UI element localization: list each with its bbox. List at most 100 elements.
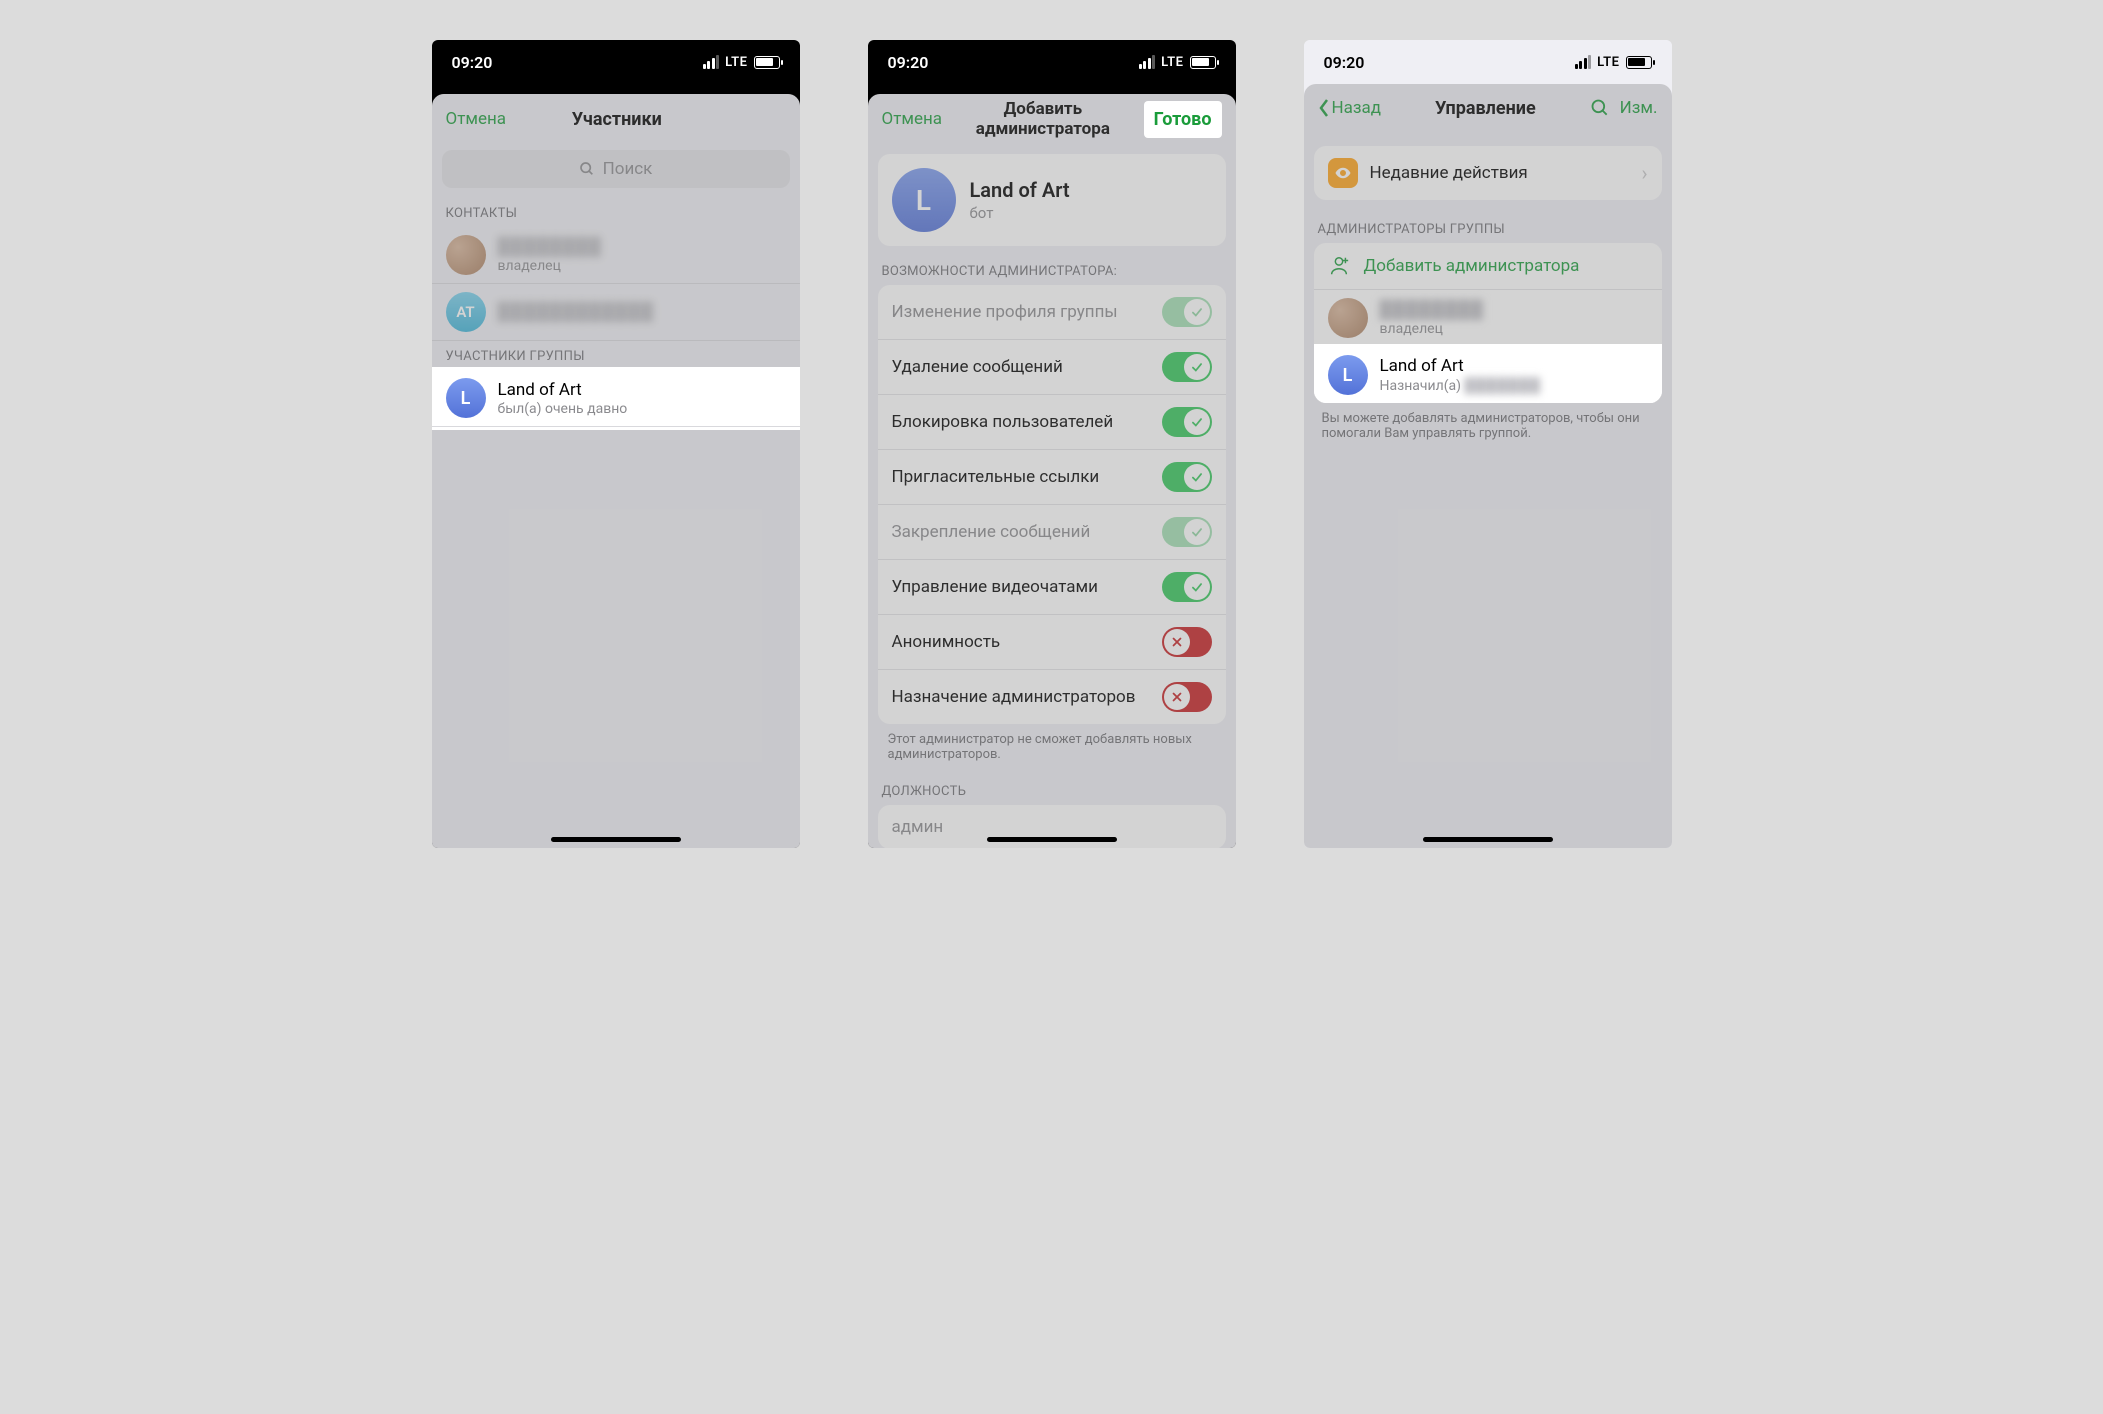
admin-sub: Назначил(а) ███████ — [1380, 377, 1541, 394]
recent-actions-label: Недавние действия — [1370, 163, 1630, 183]
contact-sub-owner: владелец — [498, 258, 602, 274]
edit-button[interactable]: Изм. — [1620, 98, 1658, 118]
battery-icon — [754, 56, 780, 69]
member-name: Land of Art — [498, 380, 628, 400]
signal-icon — [1139, 55, 1156, 69]
user-card: L Land of Art бот — [878, 154, 1226, 246]
sheet-add-admin: Отмена Добавить администратора Готово L … — [868, 94, 1236, 848]
permission-label: Удаление сообщений — [892, 357, 1063, 377]
status-bar: 09:20 LTE — [432, 40, 800, 84]
permission-toggle — [1162, 517, 1212, 547]
back-label: Назад — [1332, 98, 1382, 118]
clock: 09:20 — [452, 53, 493, 72]
status-bar: 09:20 LTE — [1304, 40, 1672, 84]
permission-row: Закрепление сообщений — [878, 505, 1226, 560]
nav-right: Изм. — [1590, 98, 1658, 118]
permission-row: Удаление сообщений — [878, 340, 1226, 395]
permission-label: Анонимность — [892, 632, 1001, 652]
chevron-right-icon: › — [1641, 161, 1647, 185]
phone-screen-2: 09:20 LTE Отмена Добавить администратора… — [868, 40, 1236, 848]
contact-name-redacted: ████████████ — [498, 302, 655, 322]
search-icon[interactable] — [1590, 98, 1610, 118]
avatar — [1328, 298, 1368, 338]
permission-toggle[interactable] — [1162, 407, 1212, 437]
admin-name: Land of Art — [1380, 356, 1541, 376]
admin-sub-prefix: Назначил(а) — [1380, 378, 1461, 394]
contact-row-at[interactable]: AT ████████████ — [432, 284, 800, 341]
contact-name-redacted: ████████ — [498, 237, 602, 257]
network-label: LTE — [1161, 55, 1183, 70]
permissions-footnote: Этот администратор не сможет добавлять н… — [868, 724, 1236, 776]
permission-toggle[interactable] — [1162, 352, 1212, 382]
avatar-initials: L — [892, 168, 956, 232]
permissions-list: Изменение профиля группы Удаление сообщен… — [878, 285, 1226, 724]
eye-icon — [1328, 158, 1358, 188]
section-admins: АДМИНИСТРАТОРЫ ГРУППЫ — [1304, 214, 1672, 243]
nav-title: Управление — [1435, 98, 1536, 119]
check-icon — [1190, 580, 1204, 594]
battery-icon — [1626, 56, 1652, 69]
section-role: ДОЛЖНОСТЬ — [868, 776, 1236, 805]
admin-assigned-by-redacted: ███████ — [1464, 378, 1540, 394]
recent-actions-row[interactable]: Недавние действия › — [1314, 146, 1662, 200]
nav-bar: Отмена Участники — [432, 94, 800, 144]
check-icon — [1190, 525, 1204, 539]
sheet-participants: Отмена Участники Поиск КОНТАКТЫ ████████… — [432, 94, 800, 848]
permission-toggle[interactable] — [1162, 462, 1212, 492]
back-button[interactable]: Назад — [1318, 98, 1382, 118]
permission-row: Анонимность — [878, 615, 1226, 670]
clock: 09:20 — [888, 53, 929, 72]
phone-screen-1: 09:20 LTE Отмена Участники Поиск КОНТАКТ… — [432, 40, 800, 848]
permission-label: Блокировка пользователей — [892, 412, 1114, 432]
permission-toggle[interactable] — [1162, 682, 1212, 712]
nav-bar: Отмена Добавить администратора Готово — [868, 94, 1236, 144]
section-contacts: КОНТАКТЫ — [432, 198, 800, 227]
check-icon — [1190, 360, 1204, 374]
admin-row-owner[interactable]: ████████ владелец — [1314, 290, 1662, 347]
home-indicator[interactable] — [551, 837, 681, 842]
admin-name-redacted: ████████ — [1380, 300, 1484, 320]
chevron-left-icon — [1318, 98, 1330, 118]
permission-label: Изменение профиля группы — [892, 302, 1118, 322]
role-placeholder: админ — [892, 817, 944, 837]
check-icon — [1190, 415, 1204, 429]
permission-toggle — [1162, 297, 1212, 327]
home-indicator[interactable] — [987, 837, 1117, 842]
network-label: LTE — [1597, 55, 1619, 70]
permission-label: Закрепление сообщений — [892, 522, 1091, 542]
add-admin-label: Добавить администратора — [1364, 256, 1580, 276]
search-input[interactable]: Поиск — [442, 150, 790, 188]
admin-sub-owner: владелец — [1380, 321, 1484, 337]
search-placeholder: Поиск — [603, 159, 653, 179]
cancel-button[interactable]: Отмена — [446, 109, 507, 129]
section-permissions: ВОЗМОЖНОСТИ АДМИНИСТРАТОРА: — [868, 256, 1236, 285]
user-sub: бот — [970, 204, 1070, 222]
admin-list: Добавить администратора ████████ владеле… — [1314, 243, 1662, 403]
permission-label: Пригласительные ссылки — [892, 467, 1100, 487]
status-bar: 09:20 LTE — [868, 40, 1236, 84]
section-group-members: УЧАСТНИКИ ГРУППЫ — [432, 341, 800, 370]
contact-row-owner[interactable]: ████████ владелец — [432, 227, 800, 284]
permission-label: Управление видеочатами — [892, 577, 1098, 597]
permission-row: Назначение администраторов — [878, 670, 1226, 724]
avatar-initials: L — [446, 378, 486, 418]
clock: 09:20 — [1324, 53, 1365, 72]
network-label: LTE — [725, 55, 747, 70]
signal-icon — [1575, 55, 1592, 69]
battery-icon — [1190, 56, 1216, 69]
permission-toggle[interactable] — [1162, 627, 1212, 657]
cancel-button[interactable]: Отмена — [882, 109, 943, 129]
home-indicator[interactable] — [1423, 837, 1553, 842]
nav-bar: Назад Управление Изм. — [1304, 84, 1672, 132]
permission-row: Управление видеочатами — [878, 560, 1226, 615]
signal-icon — [703, 55, 720, 69]
member-row-land-of-art[interactable]: L Land of Art был(а) очень давно — [432, 370, 800, 427]
add-admin-button[interactable]: Добавить администратора — [1314, 243, 1662, 290]
permission-row: Блокировка пользователей — [878, 395, 1226, 450]
phone-screen-3: 09:20 LTE Назад Управление Изм. Недавние… — [1304, 40, 1672, 848]
admin-row-land-of-art[interactable]: L Land of Art Назначил(а) ███████ — [1314, 347, 1662, 403]
done-button[interactable]: Готово — [1144, 101, 1222, 138]
avatar-initials: L — [1328, 355, 1368, 395]
permission-toggle[interactable] — [1162, 572, 1212, 602]
nav-title: Добавить администратора — [942, 99, 1144, 139]
